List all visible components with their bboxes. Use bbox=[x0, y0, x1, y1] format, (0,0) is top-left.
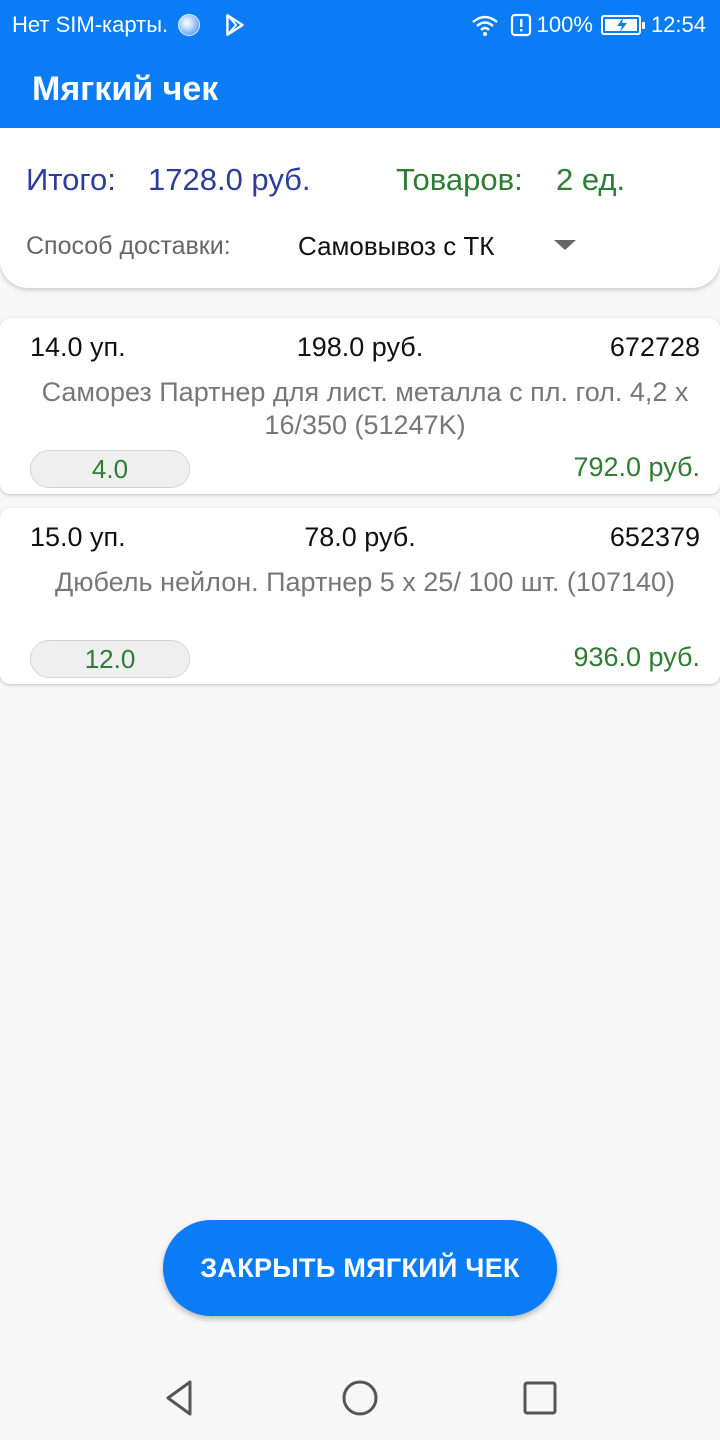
close-receipt-button[interactable]: ЗАКРЫТЬ МЯГКИЙ ЧЕК bbox=[163, 1220, 557, 1316]
clock-text: 12:54 bbox=[650, 12, 706, 37]
sync-dot-icon bbox=[178, 14, 201, 36]
delivery-method-select[interactable]: Самовывоз с ТК bbox=[298, 226, 588, 266]
page-title: Мягкий чек bbox=[32, 70, 219, 108]
items-count-label: Товаров: bbox=[396, 162, 523, 197]
item-name: Дюбель нейлон. Партнер 5 х 25/ 100 шт. (… bbox=[54, 567, 675, 597]
total-label: Итого: bbox=[26, 162, 116, 197]
status-right: 100% 12:54 bbox=[471, 12, 706, 38]
wifi-icon bbox=[471, 15, 498, 36]
item-count-field[interactable]: 4.0 bbox=[30, 450, 190, 488]
list-item[interactable]: 15.0 уп. 78.0 руб. 652379 Дюбель нейлон.… bbox=[0, 508, 720, 684]
item-code: 672728 bbox=[609, 332, 700, 362]
list-item[interactable]: 14.0 уп. 198.0 руб. 672728 Саморез Партн… bbox=[0, 318, 720, 494]
recents-icon[interactable] bbox=[520, 1378, 560, 1418]
item-name: Саморез Партнер для лист. металла с пл. … bbox=[41, 377, 689, 440]
dropdown-caret-icon bbox=[554, 240, 576, 250]
delivery-method-value: Самовывоз с ТК bbox=[298, 230, 495, 261]
summary-card: Итого: 1728.0 руб. Товаров: 2 ед. Способ… bbox=[0, 128, 720, 288]
battery-percent: 100% bbox=[536, 12, 593, 37]
system-nav-bar bbox=[0, 1356, 720, 1440]
alert-icon bbox=[510, 13, 531, 37]
battery-icon bbox=[600, 15, 645, 35]
items-count-value: 2 ед. bbox=[556, 162, 626, 197]
item-code: 652379 bbox=[609, 522, 700, 552]
item-count-field[interactable]: 12.0 bbox=[30, 640, 190, 678]
app-bar: Мягкий чек bbox=[0, 52, 720, 128]
item-sum: 792.0 руб. bbox=[573, 452, 700, 482]
item-sum: 936.0 руб. bbox=[573, 642, 700, 672]
home-icon[interactable] bbox=[340, 1378, 380, 1418]
carrier-text: Нет SIM-карты. bbox=[12, 12, 169, 37]
status-bar: Нет SIM-карты. 100% 12:54 bbox=[0, 0, 720, 52]
play-store-icon bbox=[226, 14, 244, 36]
delivery-method-label: Способ доставки: bbox=[26, 232, 231, 260]
status-left: Нет SIM-карты. bbox=[12, 12, 248, 38]
total-value: 1728.0 руб. bbox=[148, 162, 311, 197]
back-icon[interactable] bbox=[160, 1378, 200, 1418]
app-root: Нет SIM-карты. 100% 12:54 Мягкий чек Ито… bbox=[0, 0, 720, 1440]
charging-bolt-icon bbox=[616, 18, 627, 32]
